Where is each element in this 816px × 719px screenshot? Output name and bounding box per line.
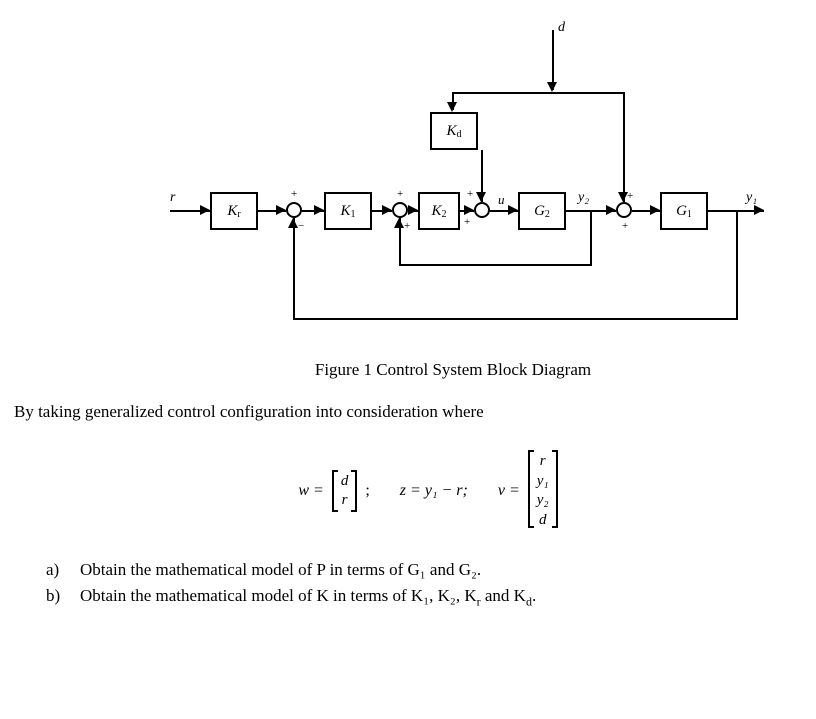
label-u: u xyxy=(498,192,505,208)
block-kd: Kd xyxy=(430,112,478,150)
sign-plus: + xyxy=(467,188,473,200)
z-definition: z = y₁ − r; xyxy=(400,482,468,500)
sign-plus: + xyxy=(404,220,410,232)
block-k2: K2 xyxy=(418,192,460,230)
label-y2: y₂ xyxy=(578,190,589,206)
sign-plus: + xyxy=(397,188,403,200)
block-g2: G2 xyxy=(518,192,566,230)
label-r: r xyxy=(170,190,175,206)
sign-plus: + xyxy=(464,216,470,228)
block-g1: G1 xyxy=(660,192,708,230)
label-y1: y₁ xyxy=(746,190,757,206)
summing-junction-4 xyxy=(616,202,632,218)
question-b: b) Obtain the mathematical model of K in… xyxy=(46,586,816,609)
v-definition: v = r y₁ y₂ d xyxy=(498,450,558,532)
block-k1: K1 xyxy=(324,192,372,230)
question-a: a) Obtain the mathematical model of P in… xyxy=(46,560,816,580)
summing-junction-2 xyxy=(392,202,408,218)
summing-junction-3 xyxy=(474,202,490,218)
summing-junction-1 xyxy=(286,202,302,218)
figure-caption: Figure 1 Control System Block Diagram xyxy=(0,360,816,380)
block-diagram: r Kr + − K1 + + K2 + + u G2 y₂ + + xyxy=(18,20,798,350)
label-d: d xyxy=(558,20,565,36)
sign-minus: − xyxy=(298,220,304,232)
w-definition: w = d r ; xyxy=(298,470,369,513)
questions: a) Obtain the mathematical model of P in… xyxy=(46,560,816,609)
math-definitions: w = d r ; z = y₁ − r; v = r y₁ y₂ d xyxy=(0,450,816,532)
sign-plus: + xyxy=(291,188,297,200)
block-kr: Kr xyxy=(210,192,258,230)
description-text: By taking generalized control configurat… xyxy=(14,402,816,422)
sign-plus: + xyxy=(622,220,628,232)
